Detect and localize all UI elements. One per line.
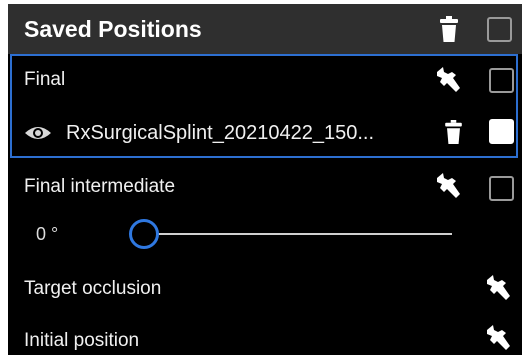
position-label-target-occlusion: Target occlusion [24, 278, 162, 299]
position-label-final-intermediate: Final intermediate [24, 176, 176, 197]
wrench-icon[interactable] [434, 66, 462, 94]
sub-item-checkbox[interactable] [489, 119, 514, 144]
header-checkbox[interactable] [487, 17, 512, 42]
panel-title: Saved Positions [24, 15, 202, 42]
position-label-initial-position: Initial position [24, 330, 140, 351]
trash-icon[interactable] [445, 120, 462, 144]
final-checkbox[interactable] [489, 68, 514, 93]
eye-icon[interactable] [24, 124, 52, 142]
sub-item-label: RxSurgicalSplint_20210422_150... [66, 122, 374, 144]
wrench-icon[interactable] [484, 324, 512, 352]
final-intermediate-checkbox[interactable] [489, 176, 514, 201]
interpolation-slider-track[interactable] [144, 233, 452, 235]
panel-header: Saved Positions [8, 4, 522, 54]
slider-value-label: 0 ° [36, 224, 59, 244]
wrench-icon[interactable] [434, 172, 462, 200]
interpolation-slider-thumb[interactable] [129, 219, 159, 249]
position-label-final: Final [24, 69, 66, 90]
trash-icon[interactable] [440, 16, 458, 42]
saved-positions-panel: Saved Positions Final RxSurgicalSplint_2… [8, 4, 522, 355]
wrench-icon[interactable] [484, 274, 512, 302]
